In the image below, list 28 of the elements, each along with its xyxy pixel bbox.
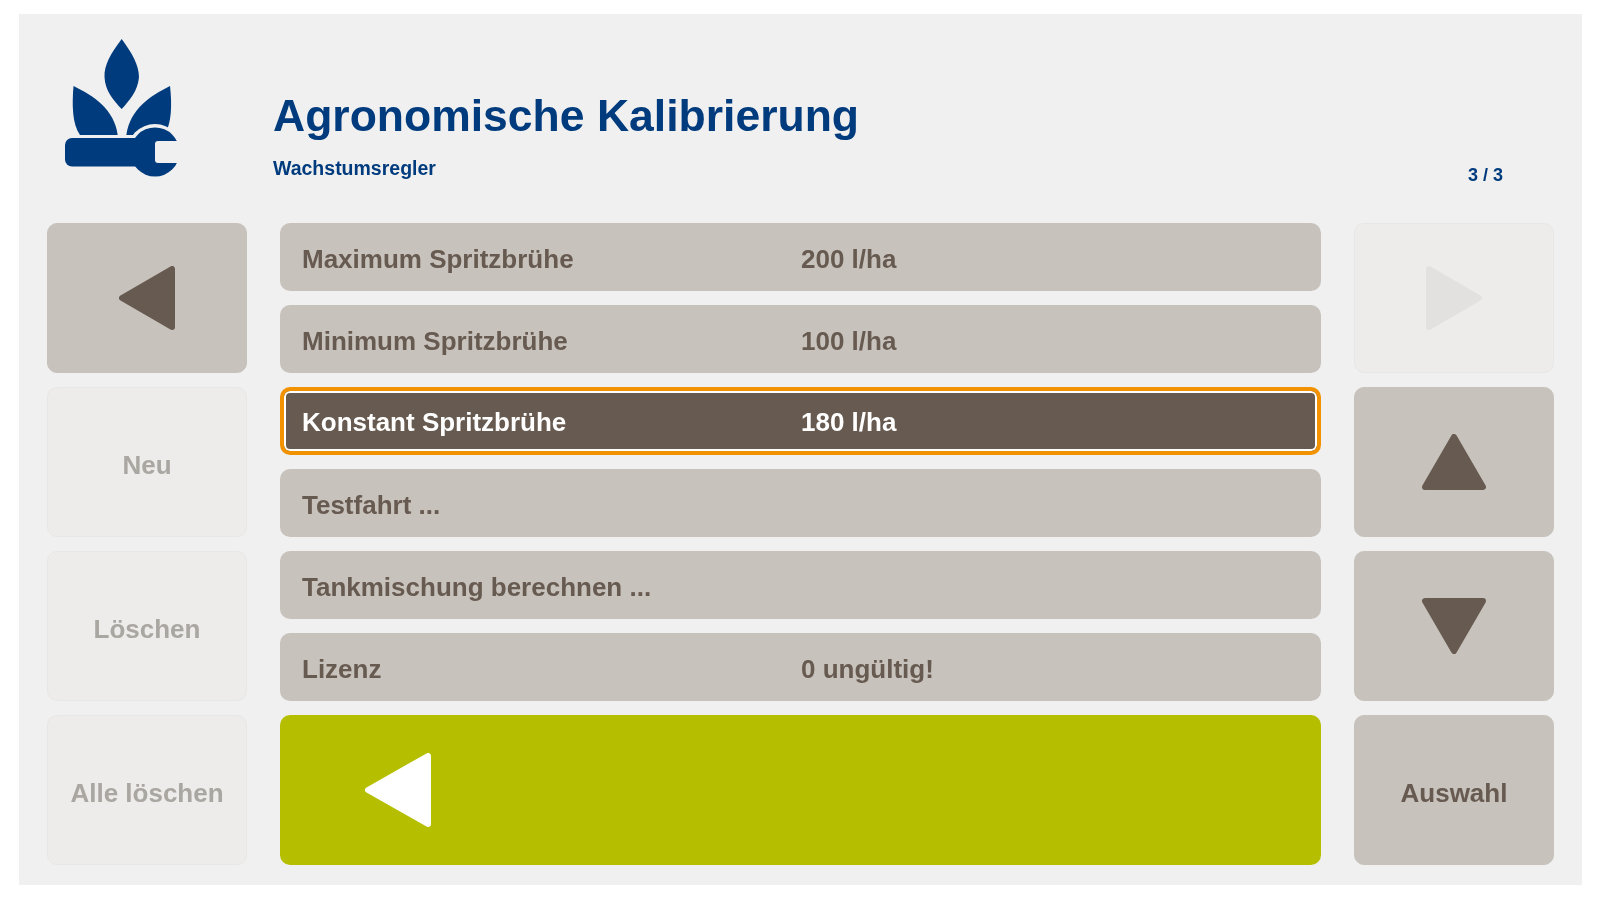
down-triangle-icon	[1422, 598, 1486, 654]
list-item[interactable]: Maximum Spritzbrühe 200 l/ha	[280, 223, 1321, 291]
list-item[interactable]: Testfahrt ...	[280, 469, 1321, 537]
list-item[interactable]: Lizenz 0 ungültig!	[280, 633, 1321, 701]
list-item[interactable]: Minimum Spritzbrühe 100 l/ha	[280, 305, 1321, 373]
setting-value: 0 ungültig!	[801, 654, 935, 685]
leaf-wrench-icon	[64, 39, 180, 177]
up-triangle-icon	[1422, 434, 1486, 490]
setting-label: Konstant Spritzbrühe	[302, 406, 568, 438]
setting-label: Lizenz	[302, 654, 383, 685]
text-button[interactable]: Auswahl	[1354, 715, 1554, 865]
list-item[interactable]: Tankmischung berechnen ...	[280, 551, 1321, 619]
page-title: Agronomische Kalibrierung	[273, 91, 859, 141]
setting-value: 180 l/ha	[801, 406, 898, 438]
setting-label: Maximum Spritzbrühe	[302, 244, 575, 275]
list-item[interactable]: Konstant Spritzbrühe 180 l/ha	[280, 387, 1321, 455]
left-triangle-icon	[365, 753, 431, 827]
setting-label: Minimum Spritzbrühe	[302, 326, 569, 357]
arrow-button[interactable]	[1354, 387, 1554, 537]
setting-value: 200 l/ha	[801, 244, 898, 275]
left-triangle-icon	[119, 266, 175, 330]
setting-label: Tankmischung berechnen ...	[302, 572, 653, 603]
arrow-button[interactable]	[47, 223, 247, 373]
arrow-button[interactable]	[1354, 551, 1554, 701]
setting-value: 100 l/ha	[801, 326, 898, 357]
page-indicator: 3 / 3	[1468, 165, 1504, 186]
page-subtitle: Wachstumsregler	[273, 157, 436, 179]
setting-label: Testfahrt ...	[302, 490, 442, 521]
